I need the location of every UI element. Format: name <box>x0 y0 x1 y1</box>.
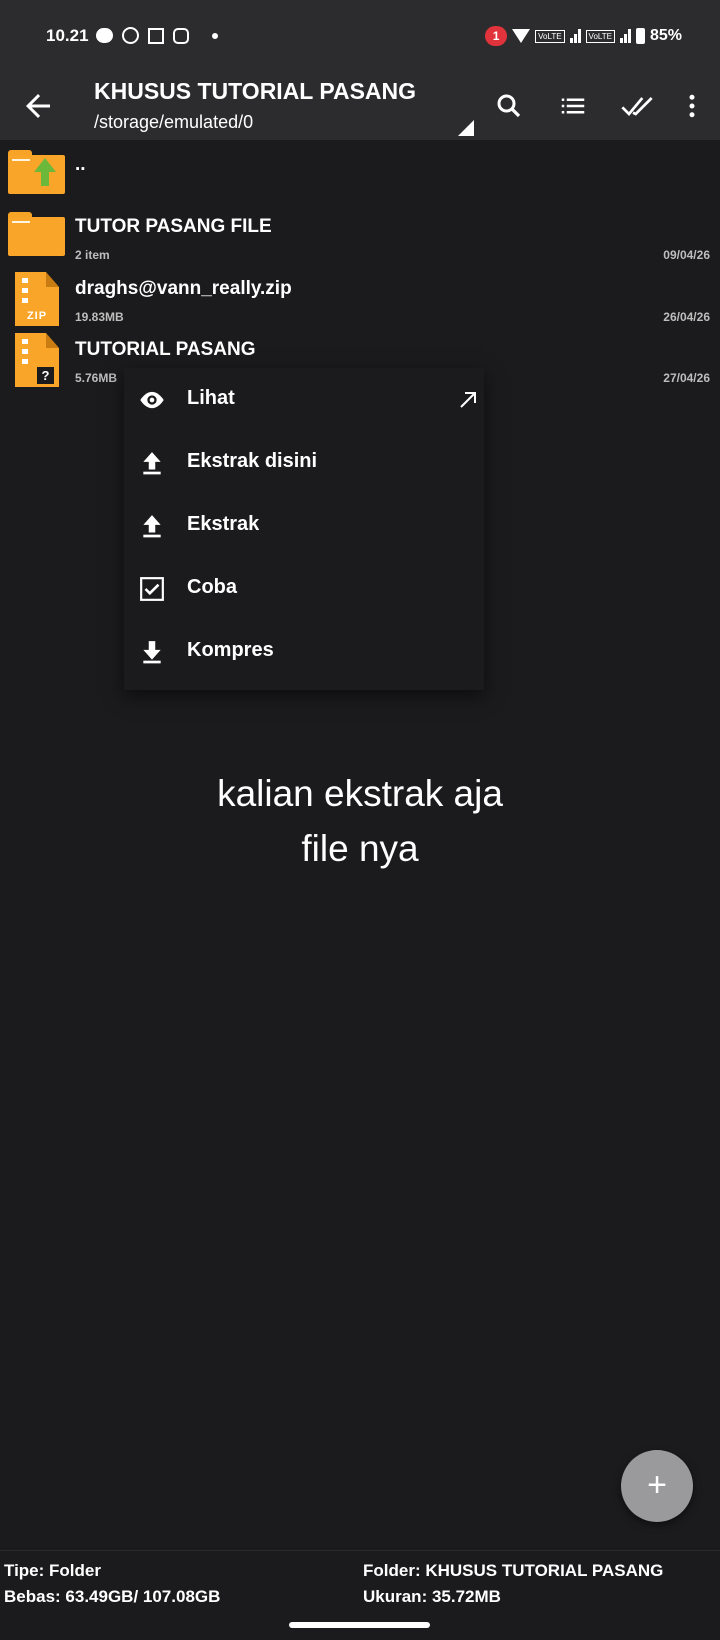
footer-type: Tipe: Folder <box>4 1561 101 1580</box>
archive-corner-icon <box>46 333 59 348</box>
status-system-icons: 1 VoLTE VoLTE 85% <box>485 26 682 46</box>
file-date: 27/04/26 <box>663 371 710 385</box>
page-title: KHUSUS TUTORIAL PASANG <box>94 78 417 104</box>
file-meta: 19.83MB <box>75 310 124 324</box>
back-button[interactable] <box>20 88 56 124</box>
app-notification-icon <box>148 27 164 44</box>
footer-size: Ukuran: 35.72MB <box>363 1587 501 1606</box>
screen: 10.21 1 VoLTE VoLTE 85% KHUSUS TUTORIAL … <box>0 0 720 1640</box>
battery-icon <box>635 28 645 44</box>
open-external-arrow-icon[interactable] <box>456 388 480 412</box>
volte-icon: VoLTE <box>535 29 565 43</box>
search-icon <box>497 94 521 118</box>
app-bar: KHUSUS TUTORIAL PASANG /storage/emulated… <box>0 72 720 140</box>
list-view-icon <box>561 98 585 114</box>
eye-icon <box>138 386 166 414</box>
menu-item-kompres[interactable]: Kompres <box>124 620 484 682</box>
zip-file-corner-icon <box>46 272 59 287</box>
path-dropdown-indicator-icon[interactable] <box>458 120 474 136</box>
menu-item-coba[interactable]: Coba <box>124 557 484 619</box>
wifi-icon <box>512 29 531 43</box>
footer-free-space: Bebas: 63.49GB/ 107.08GB <box>4 1587 221 1606</box>
menu-item-lihat[interactable]: Lihat <box>124 368 484 430</box>
folder-up-icon <box>8 150 65 194</box>
menu-item-ekstrak-disini[interactable]: Ekstrak disini <box>124 431 484 493</box>
menu-item-label: Lihat <box>187 387 235 409</box>
menu-item-label: Coba <box>187 576 237 598</box>
home-indicator[interactable] <box>289 1622 430 1628</box>
menu-item-ekstrak[interactable]: Ekstrak <box>124 494 484 556</box>
select-all-icon <box>621 97 653 116</box>
file-date: 26/04/26 <box>663 310 710 324</box>
list-view-button[interactable] <box>555 88 591 124</box>
status-notification-icons <box>96 27 218 44</box>
unknown-type-badge: ? <box>37 367 54 384</box>
file-name: TUTOR PASANG FILE <box>75 216 272 237</box>
file-meta: 5.76MB <box>75 371 118 385</box>
signal-icon <box>569 29 581 43</box>
zip-badge: ZIP <box>26 310 48 322</box>
file-row[interactable]: ZIP draghs@vann_really.zip 19.83MB 26/04… <box>0 266 720 330</box>
file-name: draghs@vann_really.zip <box>75 278 292 299</box>
context-menu: Lihat Ekstrak disini Ekstrak Coba Kompre… <box>124 368 484 690</box>
plus-icon: + <box>647 1466 667 1504</box>
folder-icon <box>8 212 65 256</box>
battery-percent: 85% <box>649 27 682 44</box>
download-icon <box>138 638 166 666</box>
select-all-button[interactable] <box>619 88 655 124</box>
footer-folder: Folder: KHUSUS TUTORIAL PASANG <box>363 1561 664 1580</box>
file-name: TUTORIAL PASANG <box>75 339 256 360</box>
current-path[interactable]: /storage/emulated/0 <box>94 112 253 133</box>
upload-icon <box>138 449 166 477</box>
menu-item-label: Ekstrak disini <box>187 450 318 472</box>
signal-icon-2 <box>619 29 631 43</box>
search-button[interactable] <box>491 88 527 124</box>
checkbox-icon <box>138 575 166 603</box>
menu-item-label: Kompres <box>187 639 274 661</box>
notification-count-badge: 1 <box>485 26 508 46</box>
whatsapp-icon <box>122 27 139 44</box>
volte-icon-2: VoLTE <box>585 29 615 43</box>
status-bar: 10.21 1 VoLTE VoLTE 85% <box>0 0 720 72</box>
more-vert-icon <box>689 94 695 118</box>
menu-item-label: Ekstrak <box>187 513 260 535</box>
back-arrow-icon <box>26 94 50 118</box>
file-date: 09/04/26 <box>663 248 710 262</box>
more-options-button[interactable] <box>674 88 710 124</box>
chat-bubble-icon <box>96 28 113 43</box>
upload-icon <box>138 512 166 540</box>
file-name: .. <box>75 154 86 175</box>
more-notifications-dot-icon <box>212 32 218 39</box>
status-time: 10.21 <box>46 26 89 45</box>
instagram-icon <box>173 27 189 44</box>
add-fab-button[interactable]: + <box>621 1450 693 1522</box>
caption-line-2: file nya <box>301 828 419 869</box>
file-row-parent[interactable]: .. <box>0 142 720 206</box>
file-row[interactable]: TUTOR PASANG FILE 2 item 09/04/26 <box>0 204 720 268</box>
video-caption: kalian ekstrak aja file nya <box>0 766 720 876</box>
file-meta: 2 item <box>75 248 110 262</box>
caption-line-1: kalian ekstrak aja <box>217 773 503 814</box>
